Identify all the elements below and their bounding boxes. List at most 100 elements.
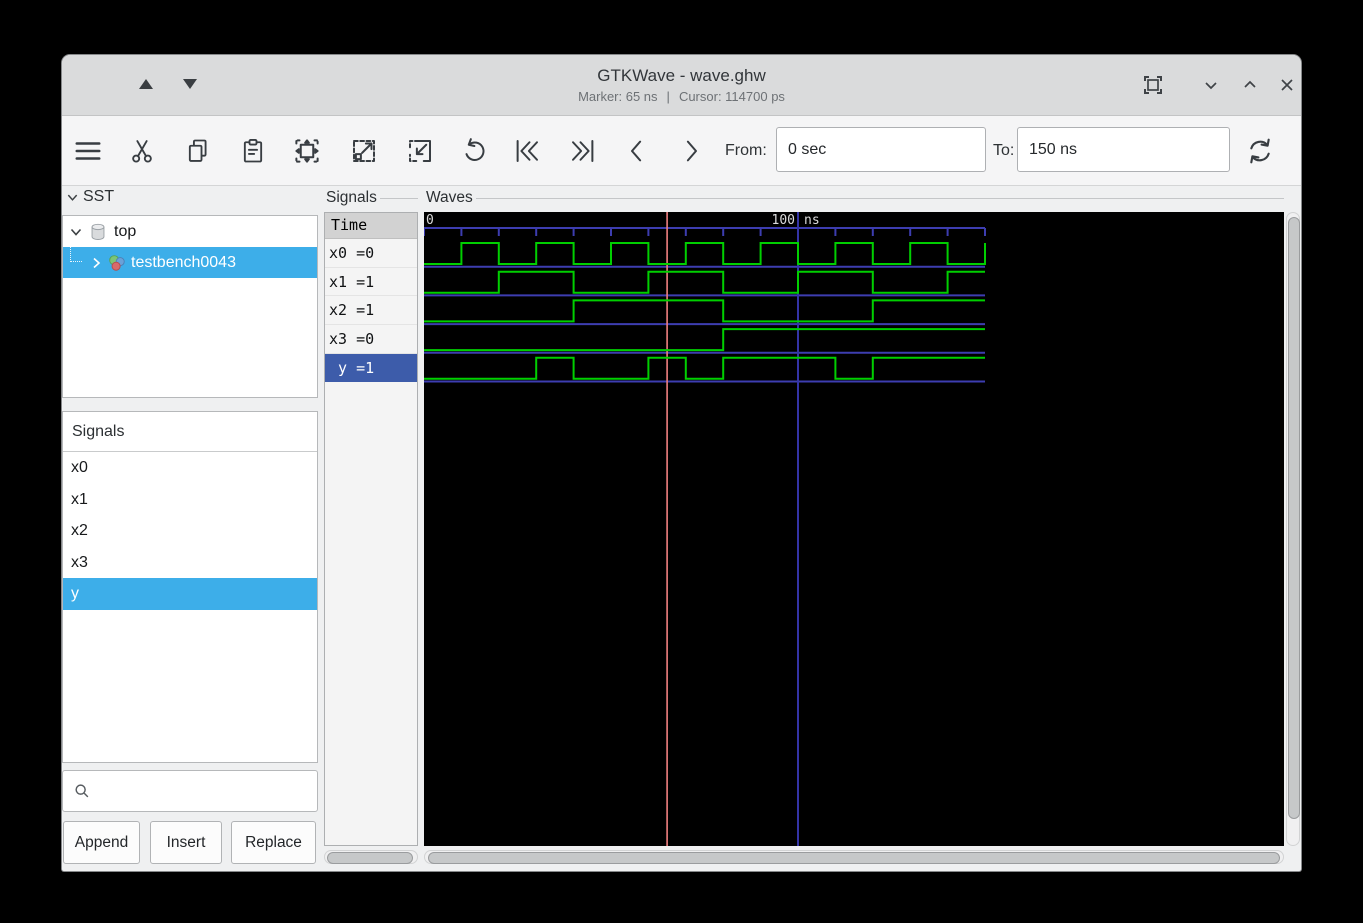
zoom-out-icon xyxy=(353,140,375,162)
chevron-right-icon[interactable] xyxy=(89,256,103,270)
signal-search[interactable] xyxy=(62,770,318,812)
trace-names-column: Time x0 =0 x1 =1 x2 =1 x3 =0 y =1 xyxy=(324,212,418,846)
copy-icon xyxy=(188,139,207,162)
chevron-left-icon xyxy=(631,140,642,162)
wave-trace-x3 xyxy=(424,328,985,352)
paste-icon xyxy=(243,138,263,163)
chevron-down-button[interactable] xyxy=(1198,72,1224,98)
undo-icon xyxy=(465,138,485,161)
chevron-right-icon xyxy=(686,140,697,162)
window-title: GTKWave - wave.ghw xyxy=(597,66,766,85)
tree-item-label: top xyxy=(114,222,137,240)
database-cylinder-icon xyxy=(91,223,105,240)
finder-item-x2[interactable]: x2 xyxy=(63,515,317,547)
waves-vscrollbar-thumb[interactable] xyxy=(1288,217,1300,819)
to-label: To: xyxy=(993,142,1015,159)
select-box-button[interactable] xyxy=(1140,72,1166,98)
triangle-up-icon[interactable] xyxy=(139,79,153,89)
names-hscrollbar-thumb[interactable] xyxy=(327,852,413,864)
timeline-zero-label: 0 xyxy=(426,213,434,228)
skip-to-start-button[interactable] xyxy=(505,129,549,173)
waves-vscrollbar[interactable] xyxy=(1286,212,1300,846)
waves-canvas[interactable]: 0 100 ns xyxy=(423,212,1284,846)
waveform-svg: 0 100 ns xyxy=(423,212,986,846)
finder-item-x1[interactable]: x1 xyxy=(63,484,317,516)
replace-button[interactable]: Replace xyxy=(231,821,316,864)
trace-row-x2[interactable]: x2 =1 xyxy=(325,296,417,326)
chevron-up-icon xyxy=(1244,80,1256,88)
chevron-down-icon xyxy=(67,194,78,201)
waves-hscrollbar-thumb[interactable] xyxy=(428,852,1280,864)
main-content: SST top testbench0043 Signals x0 x1 x2 x… xyxy=(62,186,1301,871)
skip-to-end-icon xyxy=(572,140,594,162)
zoom-fit-icon xyxy=(295,139,319,163)
trace-row-x0[interactable]: x0 =0 xyxy=(325,239,417,268)
cut-button[interactable] xyxy=(120,129,164,173)
reload-button[interactable] xyxy=(1238,129,1282,173)
copy-button[interactable] xyxy=(176,129,220,173)
append-button[interactable]: Append xyxy=(63,821,140,864)
names-hscrollbar[interactable] xyxy=(324,850,418,864)
wave-trace-x2 xyxy=(424,299,985,323)
select-box-icon xyxy=(1144,76,1162,94)
finder-item-x3[interactable]: x3 xyxy=(63,547,317,579)
search-input[interactable] xyxy=(99,781,317,801)
next-edge-button[interactable] xyxy=(669,129,713,173)
timeline-major-label: 100 xyxy=(772,213,795,228)
trace-row-y[interactable]: y =1 xyxy=(325,353,417,383)
chevron-down-icon xyxy=(1205,82,1217,90)
gtkwave-window: GTKWave - wave.ghw Marker: 65 ns | Curso… xyxy=(62,55,1301,871)
close-icon xyxy=(1281,79,1293,91)
tree-connector xyxy=(70,243,82,262)
skip-to-end-button[interactable] xyxy=(561,129,605,173)
sst-label: SST xyxy=(83,188,115,205)
skip-to-start-icon xyxy=(516,140,538,162)
toolbar: From: To: xyxy=(62,116,1301,186)
frame-line xyxy=(473,198,1284,199)
zoom-out-button[interactable] xyxy=(342,129,386,173)
to-input[interactable] xyxy=(1017,127,1230,172)
sst-header[interactable]: SST xyxy=(66,188,114,206)
finder-header: Signals xyxy=(63,412,317,452)
paste-button[interactable] xyxy=(231,129,275,173)
zoom-in-button[interactable] xyxy=(398,129,442,173)
trace-row-x1[interactable]: x1 =1 xyxy=(325,268,417,297)
cursor-status: Cursor: 114700 ps xyxy=(678,89,785,104)
triangle-down-icon[interactable] xyxy=(183,79,197,89)
from-label: From: xyxy=(725,142,767,159)
tree-item-label: testbench0043 xyxy=(131,253,236,271)
wave-trace-x1 xyxy=(424,270,985,294)
reload-icon xyxy=(1250,138,1270,164)
close-button[interactable] xyxy=(1274,72,1300,98)
finder-item-x0[interactable]: x0 xyxy=(63,452,317,484)
chevron-down-icon[interactable] xyxy=(69,225,83,239)
finder-item-y[interactable]: y xyxy=(63,578,317,610)
trace-row-x3[interactable]: x3 =0 xyxy=(325,325,417,354)
zoom-fit-button[interactable] xyxy=(285,129,329,173)
titlebar[interactable]: GTKWave - wave.ghw Marker: 65 ns | Curso… xyxy=(62,55,1301,116)
chevron-up-button[interactable] xyxy=(1237,72,1263,98)
signals-frame-label: Signals xyxy=(326,189,380,207)
module-spheres-icon xyxy=(109,254,125,271)
menu-button[interactable] xyxy=(66,129,110,173)
prev-edge-button[interactable] xyxy=(615,129,659,173)
sst-tree: top testbench0043 xyxy=(62,215,318,398)
zoom-in-icon xyxy=(409,140,431,162)
tree-item-top[interactable]: top xyxy=(63,216,317,247)
search-icon xyxy=(75,784,89,798)
menu-icon xyxy=(75,142,101,160)
tree-item-testbench[interactable]: testbench0043 xyxy=(63,243,317,278)
wave-trace-x0 xyxy=(424,242,986,265)
frame-line xyxy=(377,198,418,199)
time-header[interactable]: Time xyxy=(325,213,417,239)
signal-finder: Signals x0 x1 x2 x3 y xyxy=(62,411,318,763)
waves-hscrollbar[interactable] xyxy=(424,850,1284,864)
wave-trace-y xyxy=(424,356,985,380)
insert-button[interactable]: Insert xyxy=(150,821,222,864)
timeline-unit-label: ns xyxy=(804,213,820,228)
cut-icon xyxy=(132,140,152,163)
from-input[interactable] xyxy=(776,127,986,172)
status-separator: | xyxy=(666,89,670,104)
undo-button[interactable] xyxy=(452,129,496,173)
marker-status: Marker: 65 ns xyxy=(578,89,658,104)
